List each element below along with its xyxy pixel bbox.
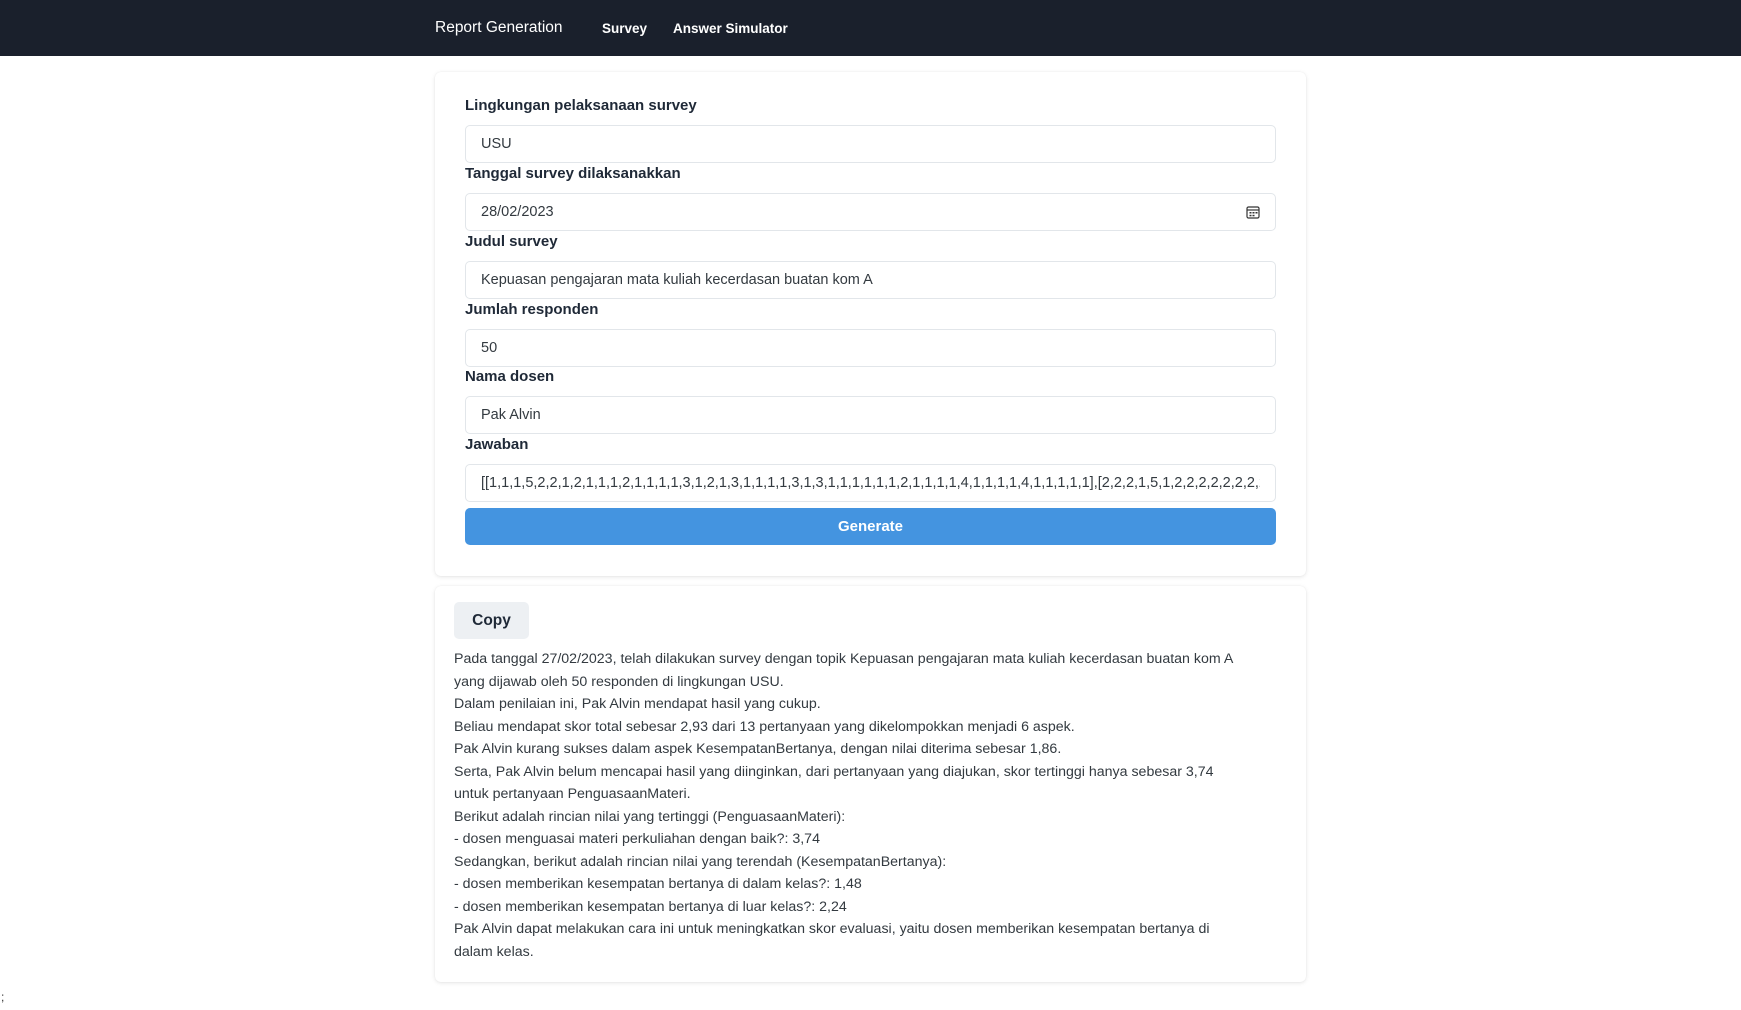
report-line: untuk pertanyaan PenguasaanMateri.: [454, 786, 691, 802]
report-line: yang dijawab oleh 50 responden di lingku…: [454, 673, 784, 690]
report-line: Pak Alvin dapat melakukan cara ini untuk…: [454, 921, 1210, 937]
survey-form-card: Lingkungan pelaksanaan survey Tanggal su…: [435, 72, 1306, 576]
nav-link-answer-simulator[interactable]: Answer Simulator: [673, 21, 788, 36]
jumlah-input[interactable]: [465, 329, 1276, 367]
report-line: Sedangkan, berikut adalah rincian nilai …: [454, 853, 947, 870]
report-line: Serta, Pak Alvin belum mencapai hasil ya…: [454, 763, 1214, 780]
report-line: Pada tanggal 27/02/2023, telah dilakukan…: [454, 651, 1234, 667]
dosen-input[interactable]: [465, 396, 1276, 434]
date-field: [465, 193, 1276, 231]
judul-input[interactable]: [465, 261, 1276, 299]
calendar-icon[interactable]: [1246, 205, 1260, 219]
dosen-label: Nama dosen: [465, 368, 555, 385]
nav-link-survey[interactable]: Survey: [602, 21, 647, 36]
report-result-card: Copy Pada tanggal 27/02/2023, telah dila…: [435, 586, 1306, 982]
report-text: Pada tanggal 27/02/2023, telah dilakukan…: [454, 648, 1284, 963]
copy-button[interactable]: Copy: [454, 602, 529, 639]
report-line: Beliau mendapat skor total sebesar 2,93 …: [454, 718, 1075, 735]
lingkungan-input[interactable]: [465, 125, 1276, 163]
report-line: - dosen menguasai materi perkuliahan den…: [454, 831, 820, 847]
judul-label: Judul survey: [465, 233, 558, 250]
tanggal-label: Tanggal survey dilaksanakkan: [465, 165, 681, 182]
brand-link[interactable]: Report Generation: [435, 19, 563, 37]
stray-character: ;: [1, 990, 5, 1004]
top-navbar: Report Generation Survey Answer Simulato…: [0, 0, 1741, 56]
report-line: Dalam penilaian ini, Pak Alvin mendapat …: [454, 696, 821, 712]
report-line: Berikut adalah rincian nilai yang tertin…: [454, 808, 846, 825]
jawaban-input[interactable]: [465, 464, 1276, 502]
generate-button[interactable]: Generate: [465, 508, 1276, 545]
report-line: - dosen memberikan kesempatan bertanya d…: [454, 898, 847, 915]
lingkungan-label: Lingkungan pelaksanaan survey: [465, 97, 697, 114]
jumlah-label: Jumlah responden: [465, 301, 599, 318]
report-line: Pak Alvin kurang sukses dalam aspek Kese…: [454, 741, 1062, 757]
tanggal-input[interactable]: [465, 193, 1276, 231]
jawaban-label: Jawaban: [465, 436, 529, 453]
report-line: - dosen memberikan kesempatan bertanya d…: [454, 876, 862, 892]
report-line: dalam kelas.: [454, 943, 534, 960]
